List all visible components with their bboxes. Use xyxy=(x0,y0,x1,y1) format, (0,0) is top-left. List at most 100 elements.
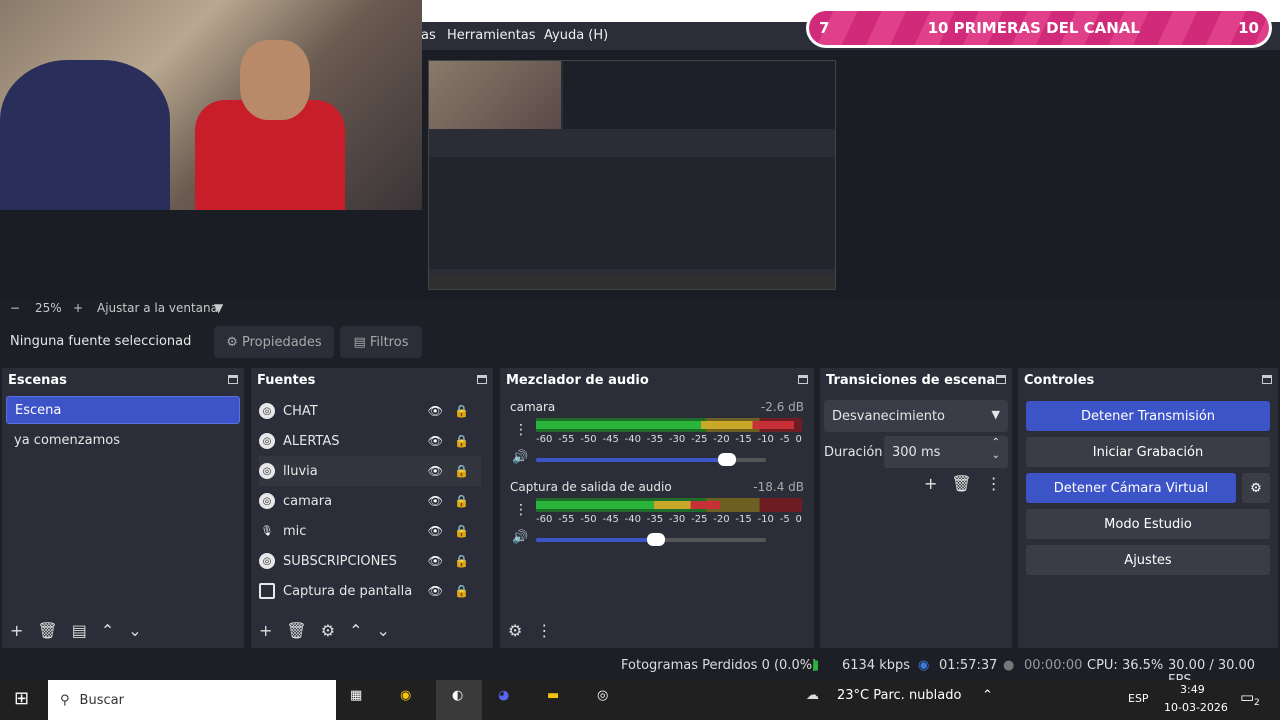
trash-icon[interactable]: 🗑 xyxy=(951,474,971,493)
speaker-icon[interactable]: 🔊 xyxy=(512,450,528,465)
meter-tick-label: -45 xyxy=(602,434,619,445)
lock-icon[interactable]: 🔒 xyxy=(454,494,469,508)
lock-icon[interactable]: 🔒 xyxy=(454,554,469,568)
add-icon[interactable]: + xyxy=(10,621,23,640)
undock-icon[interactable] xyxy=(1262,375,1272,384)
source-item-captura[interactable]: Captura de pantalla 👁 🔒 xyxy=(259,576,481,606)
studio-mode-button[interactable]: Modo Estudio xyxy=(1026,509,1270,539)
settings-button[interactable]: Ajustes xyxy=(1026,545,1270,575)
language-indicator[interactable]: ESP xyxy=(1128,692,1149,705)
properties-button[interactable]: ⚙ Propiedades xyxy=(214,326,334,358)
chevron-up-icon[interactable]: ⌃ xyxy=(992,437,1000,448)
webcam-feed xyxy=(0,0,422,210)
trash-icon[interactable]: 🗑 xyxy=(286,621,306,640)
lock-icon[interactable]: 🔒 xyxy=(454,584,469,598)
source-item-lluvia[interactable]: ◎ lluvia 👁 🔒 xyxy=(259,456,481,486)
windows-start-icon[interactable]: ⊞ xyxy=(14,688,29,709)
undock-icon[interactable] xyxy=(996,375,1006,384)
task-view-icon[interactable]: ▦ xyxy=(350,688,362,703)
clock-time[interactable]: 3:49 xyxy=(1180,683,1205,696)
lock-icon[interactable]: 🔒 xyxy=(454,464,469,478)
undock-icon[interactable] xyxy=(477,375,487,384)
menu-tools[interactable]: Herramientas xyxy=(447,28,536,43)
source-item-subscripciones[interactable]: ◎ SUBSCRIPCIONES 👁 🔒 xyxy=(259,546,481,576)
obs-taskbar-active[interactable]: ◐ xyxy=(436,680,482,720)
zoom-out-button[interactable]: − xyxy=(10,301,20,315)
meter-tick-label: -15 xyxy=(735,434,752,445)
chevron-up-icon[interactable]: ⌃ xyxy=(349,621,362,640)
transition-select[interactable]: Desvanecimiento ▼ xyxy=(824,400,1008,432)
eye-icon[interactable]: 👁 xyxy=(428,434,443,448)
gear-icon[interactable]: ⚙ xyxy=(321,621,335,640)
undock-icon[interactable] xyxy=(798,375,808,384)
eye-icon[interactable]: 👁 xyxy=(428,464,443,478)
more-icon[interactable]: ⋮ xyxy=(986,474,1002,493)
lock-icon[interactable]: 🔒 xyxy=(454,404,469,418)
source-item-mic[interactable]: 🎙 mic 👁 🔒 xyxy=(259,516,481,546)
eye-icon[interactable]: 👁 xyxy=(428,404,443,418)
eye-icon[interactable]: 👁 xyxy=(428,584,443,598)
eye-icon[interactable]: 👁 xyxy=(428,524,443,538)
menu-help[interactable]: Ayuda (H) xyxy=(544,28,608,43)
weather-text[interactable]: 23°C Parc. nublado xyxy=(837,688,961,703)
zoom-in-button[interactable]: + xyxy=(73,301,83,315)
virtual-camera-settings-button[interactable]: ⚙ xyxy=(1242,473,1270,503)
eye-icon[interactable]: 👁 xyxy=(428,554,443,568)
maps-icon[interactable]: ◎ xyxy=(597,688,608,703)
source-toolbar: Ninguna fuente seleccionad ⚙ Propiedades… xyxy=(0,324,1280,360)
filter-icon[interactable]: ▤ xyxy=(72,621,87,640)
source-item-chat[interactable]: ◎ CHAT 👁 🔒 xyxy=(259,396,481,426)
volume-slider[interactable] xyxy=(536,453,766,466)
meter-tick-label: -10 xyxy=(757,434,774,445)
scene-label: ya comenzamos xyxy=(14,432,120,448)
source-item-camara[interactable]: ◎ camara 👁 🔒 xyxy=(259,486,481,516)
scene-item-escena[interactable]: Escena xyxy=(6,396,240,424)
chevron-down-icon[interactable]: ⌄ xyxy=(128,621,141,640)
chevron-down-icon[interactable]: ▼ xyxy=(214,301,223,315)
folder-icon[interactable]: ▬ xyxy=(547,688,559,703)
banner-left-num: 7 xyxy=(819,19,830,37)
eye-icon[interactable]: 👁 xyxy=(428,494,443,508)
add-icon[interactable]: + xyxy=(259,621,272,640)
add-icon[interactable]: + xyxy=(924,474,937,493)
source-item-alertas[interactable]: ◎ ALERTAS 👁 🔒 xyxy=(259,426,481,456)
meter-tick-label: -40 xyxy=(624,514,641,525)
more-icon[interactable]: ⋮ xyxy=(514,422,528,438)
clock-date[interactable]: 10-03-2026 xyxy=(1164,701,1228,714)
chevron-down-icon[interactable]: ⌄ xyxy=(376,621,389,640)
no-source-label: Ninguna fuente seleccionad xyxy=(10,334,192,349)
chevron-down-icon[interactable]: ⌄ xyxy=(992,450,1000,461)
taskbar-search-box[interactable]: ⚲ Buscar xyxy=(48,680,336,720)
more-icon[interactable]: ⋮ xyxy=(514,502,528,518)
start-recording-button[interactable]: Iniciar Grabación xyxy=(1026,437,1270,467)
more-icon[interactable]: ⋮ xyxy=(536,621,552,640)
chevron-up-icon[interactable]: ⌃ xyxy=(982,688,993,703)
preview-canvas[interactable] xyxy=(428,60,836,290)
gear-icon[interactable]: ⚙ xyxy=(508,621,522,640)
chrome-icon[interactable]: ◉ xyxy=(400,688,411,703)
stop-stream-button[interactable]: Detener Transmisión xyxy=(1026,401,1270,431)
banner-right-num: 10 xyxy=(1238,19,1259,37)
channel-name: Captura de salida de audio xyxy=(510,480,672,494)
globe-icon: ◎ xyxy=(259,463,275,479)
duration-field[interactable]: 300 ms ⌃ ⌄ xyxy=(884,436,1008,468)
speaker-icon[interactable]: 🔊 xyxy=(512,530,528,545)
undock-icon[interactable] xyxy=(228,375,238,384)
chevron-up-icon[interactable]: ⌃ xyxy=(101,621,114,640)
scene-item-ya-comenzamos[interactable]: ya comenzamos xyxy=(6,426,240,454)
stop-virtual-camera-button[interactable]: Detener Cámara Virtual xyxy=(1026,473,1236,503)
notification-icon[interactable]: ▭ xyxy=(1240,688,1254,706)
volume-slider[interactable] xyxy=(536,533,766,546)
button-label: Iniciar Grabación xyxy=(1092,444,1204,460)
scenes-dock: Escenas Escena ya comenzamos + 🗑 ▤ ⌃ ⌄ xyxy=(2,368,244,648)
meter-tick-label: -55 xyxy=(558,434,575,445)
lock-icon[interactable]: 🔒 xyxy=(454,524,469,538)
trash-icon[interactable]: 🗑 xyxy=(37,621,57,640)
lock-icon[interactable]: 🔒 xyxy=(454,434,469,448)
menu-partial[interactable]: as xyxy=(421,28,436,43)
discord-icon[interactable]: ◕ xyxy=(498,688,509,703)
filters-button[interactable]: ▤ Filtros xyxy=(340,326,422,358)
source-label: CHAT xyxy=(283,403,318,419)
source-label: ALERTAS xyxy=(283,433,340,449)
meter-tick-label: 0 xyxy=(795,514,802,525)
